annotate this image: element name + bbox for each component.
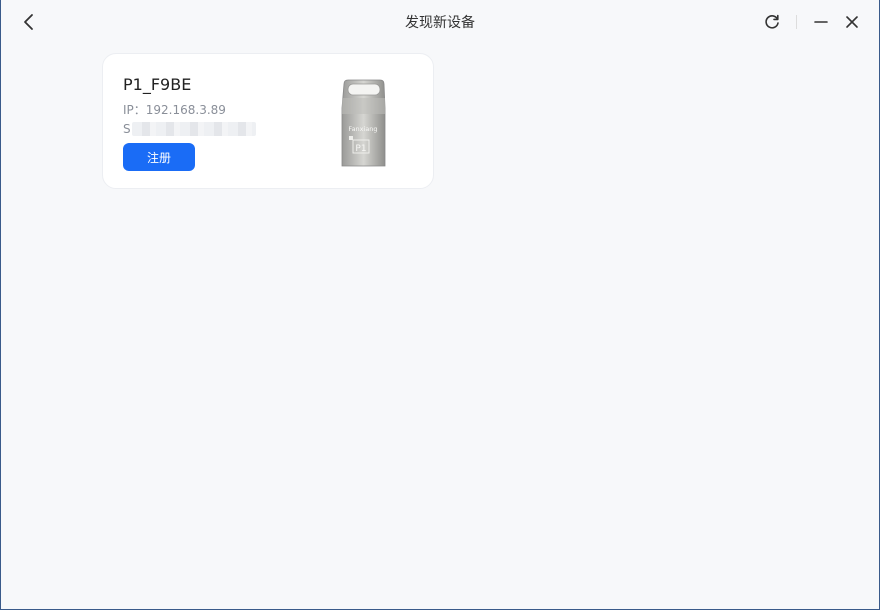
device-serial: S: [123, 122, 256, 136]
window-title: 发现新设备: [405, 15, 475, 31]
close-icon: [846, 16, 858, 28]
close-button[interactable]: [841, 11, 863, 33]
titlebar-divider: [796, 15, 797, 29]
usb-brand-text: Fanxiang: [348, 125, 377, 133]
serial-redacted: [131, 122, 256, 136]
usb-drive-image: Fanxiang P1: [341, 79, 386, 167]
minimize-button[interactable]: [810, 11, 832, 33]
app-window: 发现新设备 P1_F9BE IP：192.168.3.89 S 注册 Fanxi…: [0, 0, 880, 610]
refresh-icon: [765, 14, 779, 29]
serial-prefix: S: [123, 122, 131, 136]
minimize-icon: [814, 21, 828, 23]
title-bar: 发现新设备: [1, 0, 879, 44]
device-name: P1_F9BE: [123, 75, 192, 94]
device-card: P1_F9BE IP：192.168.3.89 S 注册 Fanxiang P1: [102, 53, 434, 189]
usb-model-text: P1: [355, 144, 366, 154]
register-button[interactable]: 注册: [123, 143, 195, 171]
refresh-button[interactable]: [761, 11, 783, 33]
device-ip: IP：192.168.3.89: [123, 103, 226, 117]
